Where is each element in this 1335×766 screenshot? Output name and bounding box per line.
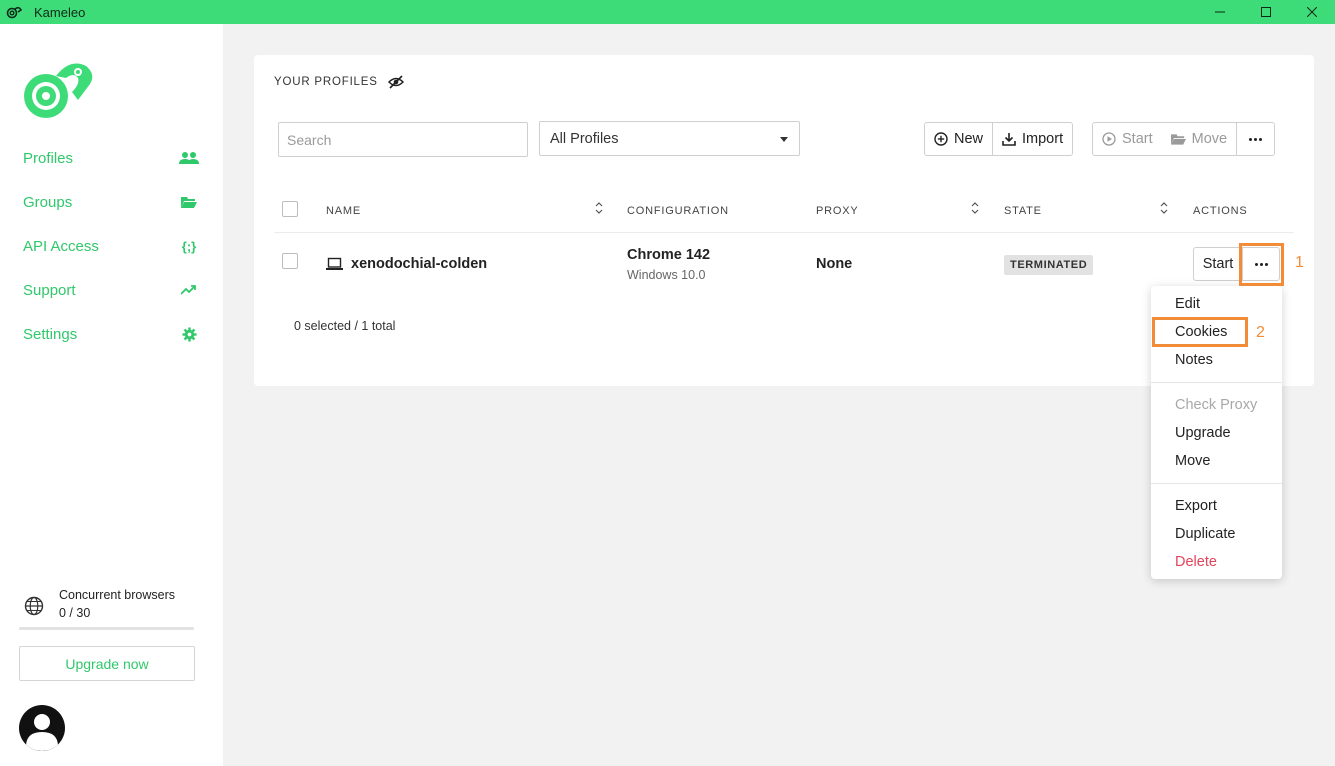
globe-icon [24,596,46,618]
sidebar-item-label: Support [23,281,76,299]
sort-icon[interactable] [1160,201,1168,215]
sort-icon[interactable] [971,201,979,215]
column-header-proxy[interactable]: PROXY [816,205,859,217]
highlight-box-step-2 [1152,317,1248,347]
more-dots-icon [1249,137,1263,141]
concurrent-progress-bar [19,627,194,630]
concurrent-label: Concurrent browsers [59,588,176,602]
sidebar-item-groups[interactable]: Groups [23,190,199,214]
upgrade-now-button[interactable]: Upgrade now [19,646,195,681]
search-input[interactable] [278,122,528,157]
eye-slash-icon[interactable] [387,75,404,89]
sidebar-item-settings[interactable]: Settings [23,322,199,346]
proxy-value: None [816,256,853,272]
sidebar-item-label: Profiles [23,149,74,167]
bulk-more-button[interactable] [1236,123,1274,155]
folder-open-icon [1170,133,1186,145]
concurrent-browsers: Concurrent browsers 0 / 30 [24,588,175,620]
sidebar-item-support[interactable]: Support [23,278,199,302]
profile-name-link[interactable]: xenodochial-colden [326,256,487,272]
sidebar-item-label: Groups [23,193,73,211]
import-label: Import [1022,131,1064,147]
new-profile-button[interactable]: New [925,123,992,155]
column-header-name[interactable]: NAME [326,205,361,217]
sidebar: Profiles Groups API Access {;} Support S… [0,24,223,766]
row-checkbox[interactable] [282,253,298,269]
close-window-button[interactable] [1289,0,1335,24]
window-title: Kameleo [34,4,86,20]
column-header-state[interactable]: STATE [1004,205,1042,217]
kameleo-logo [20,56,96,122]
maximize-button[interactable] [1243,0,1289,24]
menu-divider [1151,382,1282,383]
sort-icon[interactable] [595,201,603,215]
app-logo-icon [6,4,22,20]
bulk-move-button[interactable]: Move [1162,123,1236,155]
plus-circle-icon [934,132,948,146]
select-all-checkbox[interactable] [282,201,298,217]
sidebar-item-label: API Access [23,237,99,255]
bulk-action-button-group: Start Move [1092,122,1276,156]
menu-item-edit[interactable]: Edit [1175,296,1200,312]
laptop-icon [326,257,343,271]
profile-filter-select[interactable]: All Profiles [539,121,800,156]
step-2-label: 2 [1256,324,1265,341]
menu-item-check-proxy[interactable]: Check Proxy [1175,397,1257,413]
column-header-actions: ACTIONS [1193,205,1248,217]
highlight-box-step-1 [1239,243,1284,286]
trending-up-icon [179,282,199,298]
sidebar-item-label: Settings [23,325,78,343]
row-start-button[interactable]: Start [1193,247,1243,281]
config-os: Windows 10.0 [627,268,706,282]
selection-summary: 0 selected / 1 total [294,319,396,333]
bulk-move-label: Move [1191,131,1228,147]
step-1-label: 1 [1295,254,1304,271]
sidebar-item-api-access[interactable]: API Access {;} [23,234,199,258]
download-icon [1002,132,1016,146]
profile-name-text: xenodochial-colden [351,256,488,272]
bulk-start-button[interactable]: Start [1093,123,1162,155]
minimize-button[interactable] [1197,0,1243,24]
sidebar-item-profiles[interactable]: Profiles [23,146,199,170]
import-button[interactable]: Import [992,123,1072,155]
menu-item-duplicate[interactable]: Duplicate [1175,526,1235,542]
new-profile-label: New [954,131,984,147]
menu-item-upgrade[interactable]: Upgrade [1175,425,1231,441]
chevron-down-icon [780,137,788,142]
menu-item-move[interactable]: Move [1175,453,1210,469]
gear-icon [179,326,199,342]
folder-icon [179,194,199,210]
header-divider [274,232,1294,233]
column-header-configuration: CONFIGURATION [627,205,729,217]
panel-title-text: YOUR PROFILES [274,76,378,88]
api-braces-icon: {;} [181,238,197,254]
users-icon [179,150,199,166]
config-browser: Chrome 142 [627,247,711,263]
title-bar: Kameleo [0,0,1335,24]
menu-divider [1151,483,1282,484]
bulk-start-label: Start [1122,131,1153,147]
window-controls [1197,0,1335,24]
menu-item-notes[interactable]: Notes [1175,352,1213,368]
avatar[interactable] [19,705,65,751]
create-button-group: New Import [924,122,1074,156]
menu-item-export[interactable]: Export [1175,498,1217,514]
panel-title: YOUR PROFILES [274,75,404,89]
menu-item-delete[interactable]: Delete [1175,554,1217,570]
status-badge: TERMINATED [1004,255,1094,275]
play-circle-icon [1102,132,1116,146]
profile-filter-value: All Profiles [550,130,619,147]
concurrent-value: 0 / 30 [59,606,91,620]
